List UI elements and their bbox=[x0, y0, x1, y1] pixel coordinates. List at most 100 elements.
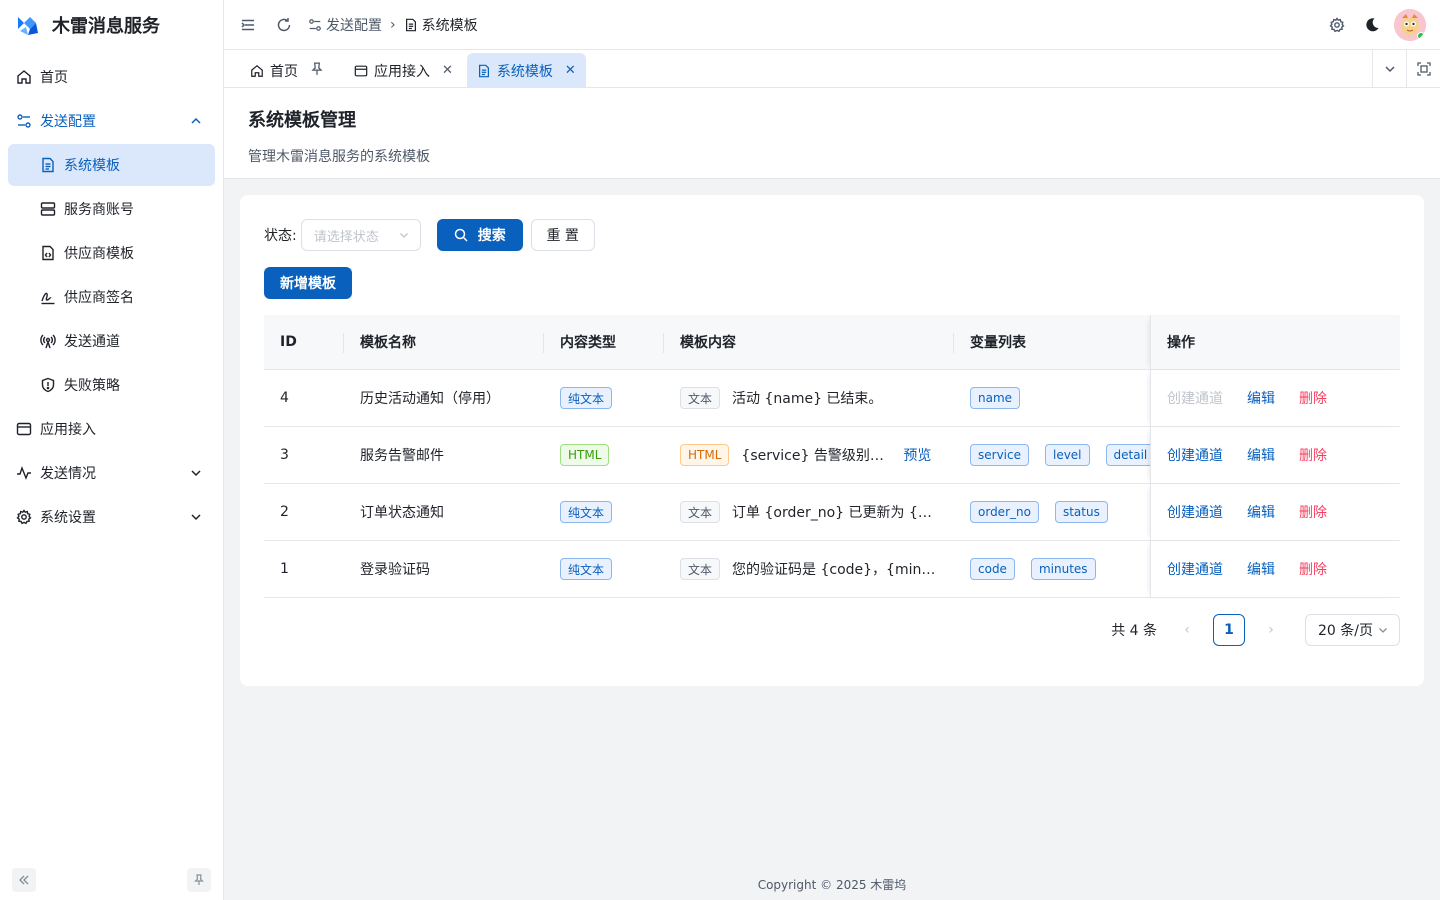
main-card: 状态: 请选择状态 搜索 重 置 新增模板 ID 模板名称 内容类型 模板内容 … bbox=[240, 195, 1424, 686]
sidebar-item-home[interactable]: 首页 bbox=[8, 56, 215, 98]
sidebar-bottom bbox=[12, 868, 211, 892]
cell-name: 历史活动通知（停用） bbox=[360, 391, 500, 407]
table-row: 1 登录验证码 纯文本 文本 您的验证码是 {code}，{minute... … bbox=[264, 540, 1400, 598]
sidebar-item-send-status[interactable]: 发送情况 bbox=[8, 452, 215, 494]
cell-vars: service level detail bbox=[954, 427, 1150, 484]
content-type-tag: 纯文本 bbox=[560, 501, 613, 523]
status-select[interactable]: 请选择状态 bbox=[300, 219, 421, 251]
dark-mode-moon-icon[interactable] bbox=[1364, 17, 1380, 33]
variable-tag: code bbox=[970, 558, 1015, 580]
fullscreen-icon bbox=[1416, 62, 1431, 76]
chevron-down-icon bbox=[399, 233, 408, 238]
cell-id: 1 bbox=[280, 561, 289, 577]
config-icon bbox=[309, 18, 321, 31]
sidebar-item-send-channel[interactable]: 发送通道 bbox=[8, 320, 215, 362]
sidebar-item-vendor-signature[interactable]: 供应商签名 bbox=[8, 276, 215, 318]
delete-link[interactable]: 删除 bbox=[1299, 445, 1327, 465]
cell-type: 纯文本 bbox=[544, 484, 664, 541]
chevron-down-icon bbox=[191, 470, 201, 477]
sidebar-item-system-settings[interactable]: 系统设置 bbox=[8, 496, 215, 538]
sidebar-item-provider-account[interactable]: 服务商账号 bbox=[8, 188, 215, 230]
sidebar-item-send-config[interactable]: 发送配置 bbox=[8, 100, 215, 142]
create-channel-link[interactable]: 创建通道 bbox=[1167, 559, 1223, 579]
top-header: 发送配置 › 系统模板 bbox=[224, 0, 1440, 50]
cell-ops: 创建通道 编辑 删除 bbox=[1150, 540, 1400, 598]
cell-id: 4 bbox=[280, 390, 289, 406]
cell-id: 2 bbox=[280, 504, 289, 520]
edit-link[interactable]: 编辑 bbox=[1247, 502, 1275, 522]
tab-app-access[interactable]: 应用接入 ✕ bbox=[344, 53, 463, 88]
prev-page-icon[interactable]: ‹ bbox=[1177, 622, 1197, 638]
create-channel-link: 创建通道 bbox=[1167, 391, 1223, 407]
sidebar-item-label: 发送配置 bbox=[40, 114, 96, 130]
sidebar-item-label: 服务商账号 bbox=[64, 202, 134, 218]
sidebar-item-label: 系统模板 bbox=[64, 158, 120, 174]
close-icon[interactable]: ✕ bbox=[442, 63, 453, 78]
refresh-icon[interactable] bbox=[276, 17, 292, 33]
app-window-icon bbox=[354, 65, 368, 76]
sidebar-item-failure-policy[interactable]: 失败策略 bbox=[8, 364, 215, 406]
next-page-icon[interactable]: › bbox=[1261, 622, 1281, 638]
tab-bar: 首页 应用接入 ✕ 系统模板 ✕ bbox=[224, 50, 1440, 88]
content-type-tag: 纯文本 bbox=[560, 387, 613, 409]
cell-id: 3 bbox=[280, 447, 289, 463]
tab-home[interactable]: 首页 bbox=[240, 53, 340, 88]
cell-name: 登录验证码 bbox=[360, 562, 430, 578]
create-channel-link[interactable]: 创建通道 bbox=[1167, 445, 1223, 465]
file-code-icon bbox=[40, 245, 56, 261]
sidebar-item-system-template[interactable]: 系统模板 bbox=[8, 144, 215, 186]
cell-type: 纯文本 bbox=[544, 541, 664, 598]
breadcrumb-label: 发送配置 bbox=[326, 17, 382, 34]
page-number-button[interactable]: 1 bbox=[1213, 614, 1245, 646]
page-size-value: 20 条/页 bbox=[1318, 623, 1373, 639]
tab-label: 系统模板 bbox=[496, 63, 553, 80]
page-header: 系统模板管理 管理木雷消息服务的系统模板 bbox=[224, 88, 1440, 179]
pagination-total: 共 4 条 bbox=[1111, 623, 1157, 639]
tabs-dropdown-button[interactable] bbox=[1372, 50, 1406, 88]
menu-toggle-icon[interactable] bbox=[240, 17, 256, 33]
edit-link[interactable]: 编辑 bbox=[1247, 559, 1275, 579]
user-avatar[interactable] bbox=[1394, 9, 1426, 41]
footer-copyright: Copyright © 2025 木雷坞 bbox=[757, 878, 907, 892]
search-button-label: 搜索 bbox=[477, 228, 506, 244]
sidebar-item-vendor-template[interactable]: 供应商模板 bbox=[8, 232, 215, 274]
gear-icon bbox=[16, 509, 32, 525]
breadcrumb-item-send-config[interactable]: 发送配置 bbox=[308, 15, 382, 35]
tab-label: 首页 bbox=[270, 63, 298, 80]
variable-tag: detail bbox=[1105, 444, 1150, 466]
preview-link[interactable]: 预览 bbox=[903, 445, 931, 465]
status-filter-label: 状态: bbox=[264, 228, 297, 244]
close-icon[interactable]: ✕ bbox=[565, 63, 576, 78]
sidebar-item-app-access[interactable]: 应用接入 bbox=[8, 408, 215, 450]
fullscreen-button[interactable] bbox=[1406, 50, 1440, 88]
home-icon bbox=[16, 69, 32, 85]
create-channel-link[interactable]: 创建通道 bbox=[1167, 502, 1223, 522]
column-header-label: 操作 bbox=[1167, 335, 1195, 351]
reset-button[interactable]: 重 置 bbox=[530, 219, 595, 251]
cell-content: HTML {service} 告警级别：{l... 预览 bbox=[664, 427, 954, 484]
page-size-select[interactable]: 20 条/页 bbox=[1305, 614, 1400, 646]
chevron-down-icon bbox=[191, 514, 201, 521]
delete-link[interactable]: 删除 bbox=[1299, 388, 1327, 408]
cell-ops: 创建通道 编辑 删除 bbox=[1150, 426, 1400, 484]
collapse-sidebar-button[interactable] bbox=[12, 868, 36, 892]
pin-sidebar-button[interactable] bbox=[187, 868, 211, 892]
content-type-tag: HTML bbox=[560, 444, 610, 466]
column-header-name: 模板名称 bbox=[344, 315, 544, 370]
edit-link[interactable]: 编辑 bbox=[1247, 388, 1275, 408]
chevrons-left-icon bbox=[19, 875, 29, 885]
delete-link[interactable]: 删除 bbox=[1299, 502, 1327, 522]
settings-gear-icon[interactable] bbox=[1329, 17, 1345, 33]
add-template-button[interactable]: 新增模板 bbox=[264, 267, 352, 299]
content-text: {service} 告警级别：{l... bbox=[741, 448, 891, 464]
edit-link[interactable]: 编辑 bbox=[1247, 445, 1275, 465]
search-button[interactable]: 搜索 bbox=[436, 219, 523, 251]
brand[interactable]: 木雷消息服务 bbox=[0, 0, 223, 50]
column-header-content: 模板内容 bbox=[664, 315, 954, 370]
content-text: 活动 {name} 已结束。 bbox=[732, 391, 883, 407]
delete-link[interactable]: 删除 bbox=[1299, 559, 1327, 579]
sidebar-item-label: 供应商模板 bbox=[64, 246, 134, 262]
table-row: 3 服务告警邮件 HTML HTML {service} 告警级别：{l... … bbox=[264, 426, 1400, 484]
pin-icon[interactable] bbox=[310, 62, 330, 80]
tab-system-template[interactable]: 系统模板 ✕ bbox=[466, 53, 586, 88]
